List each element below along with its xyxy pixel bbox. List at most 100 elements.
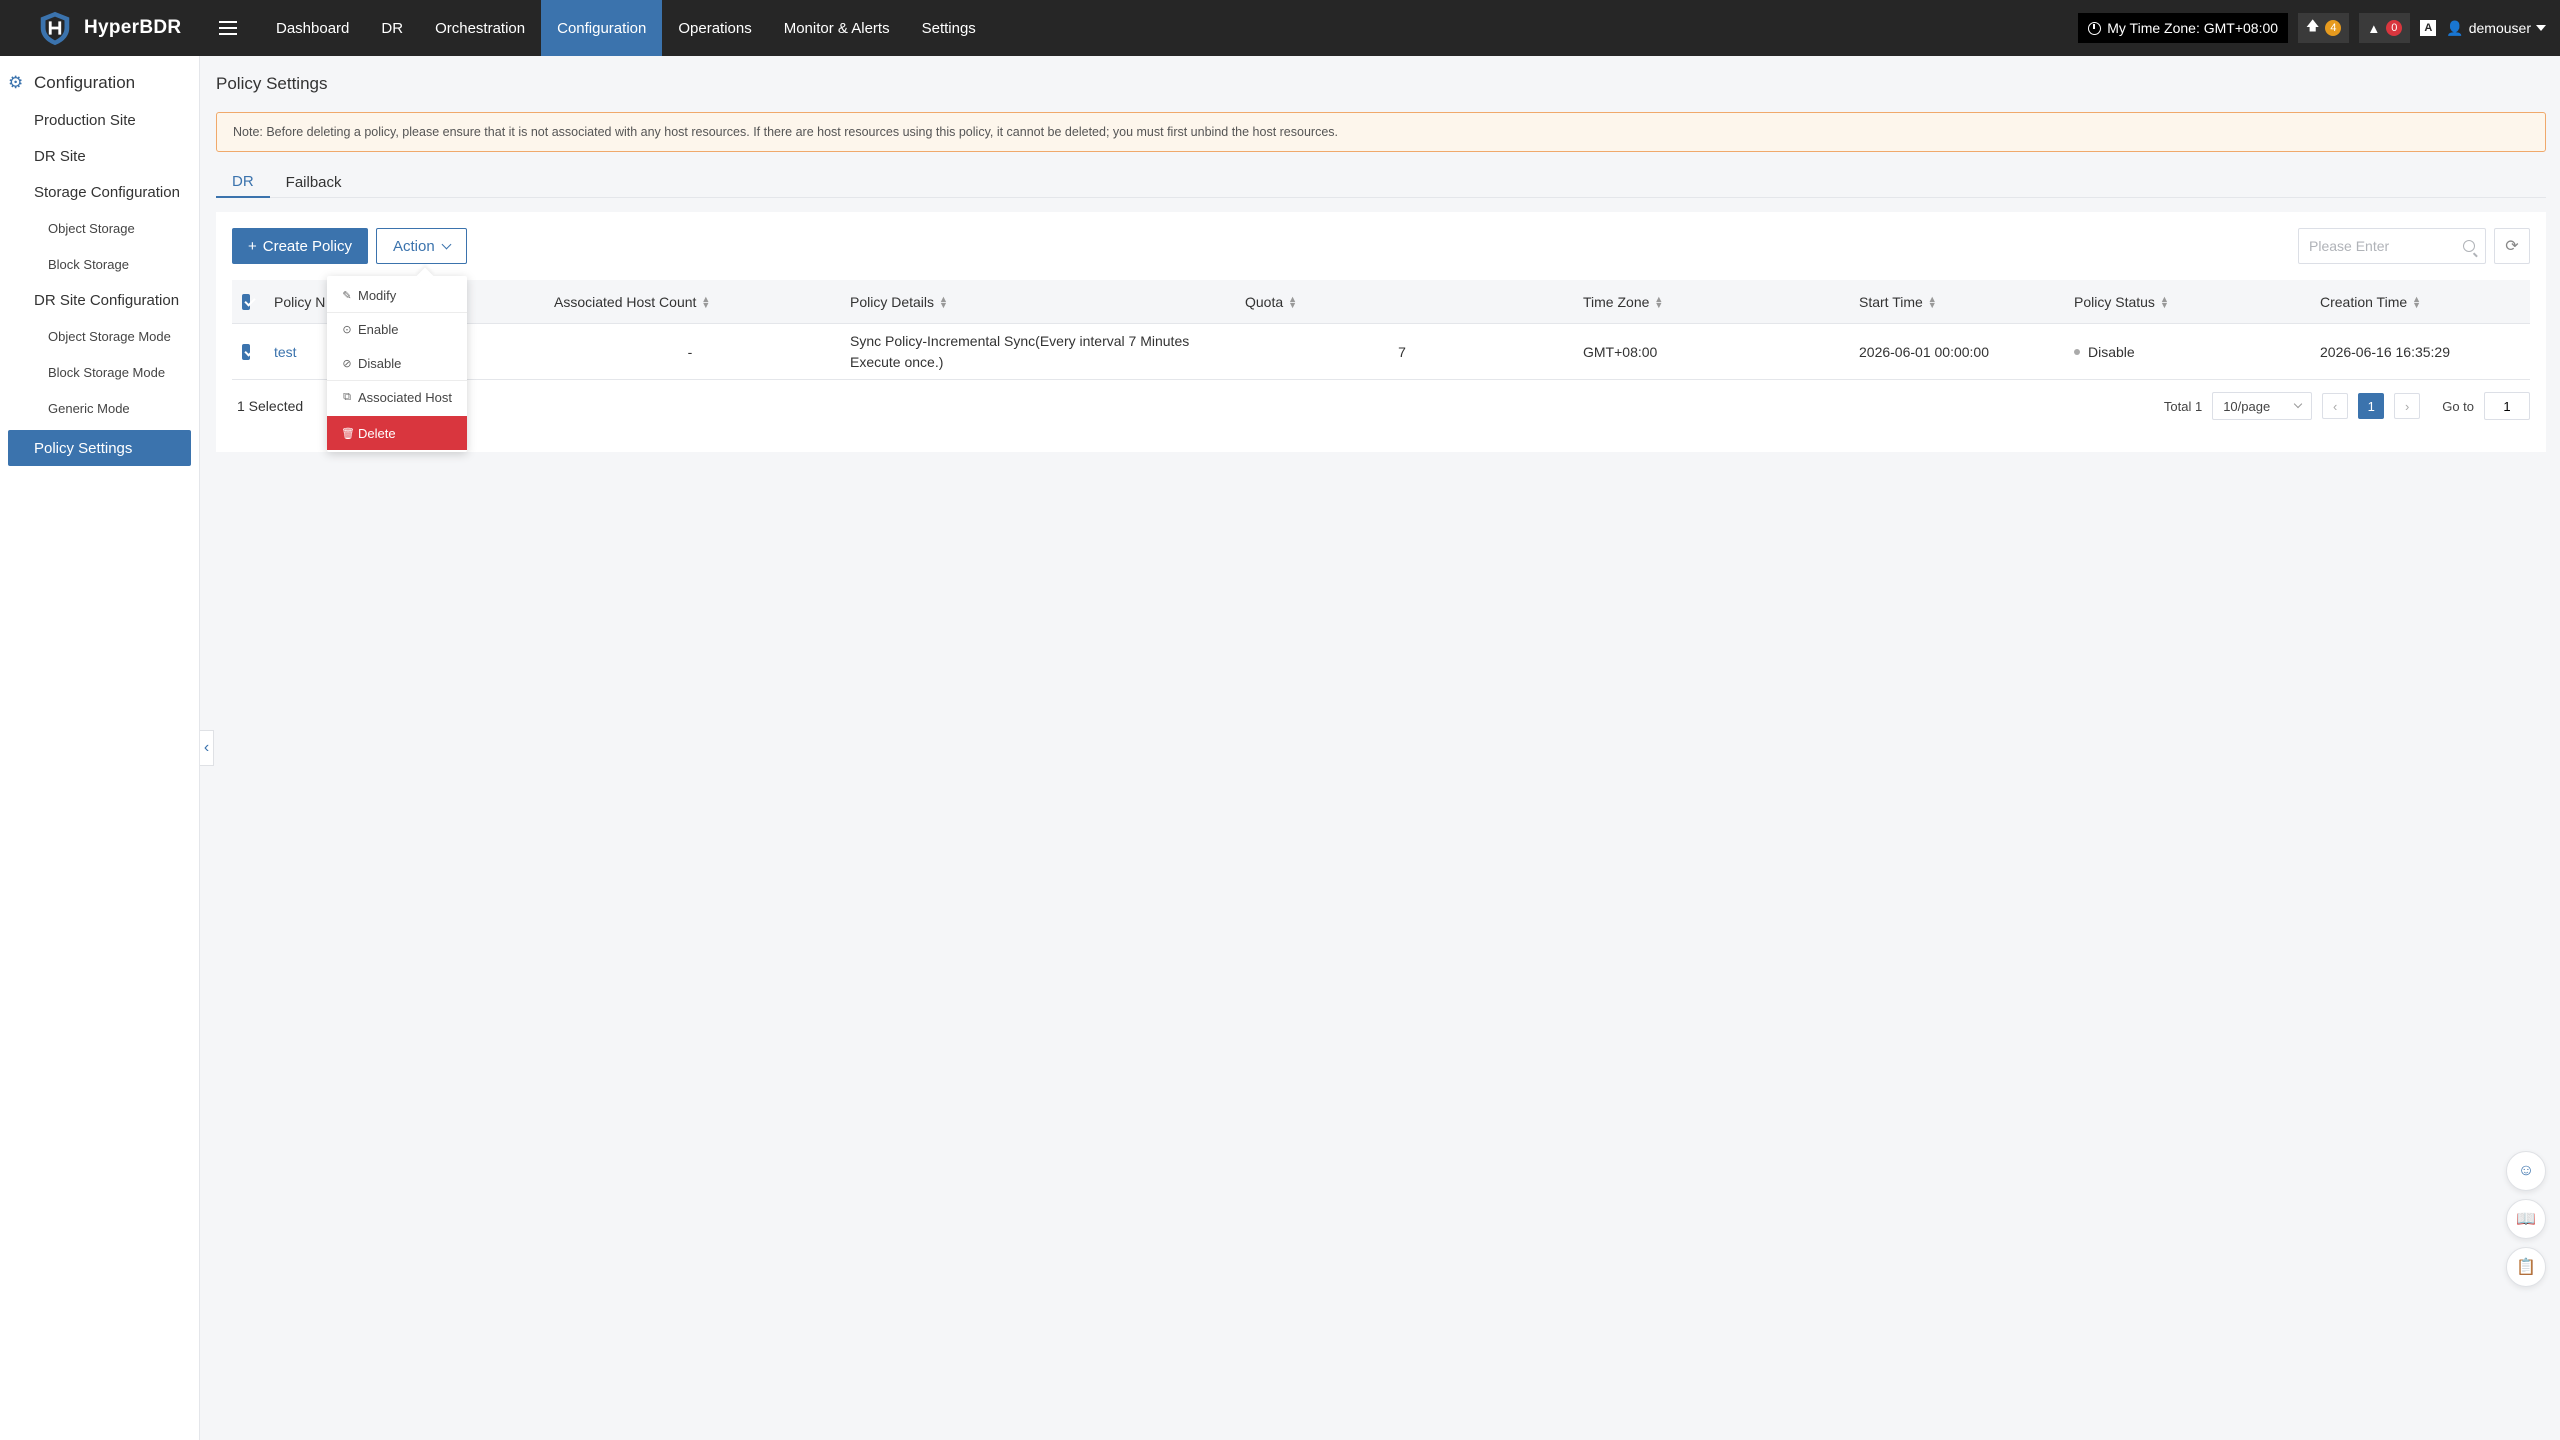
- hamburger-icon: [219, 27, 237, 29]
- chevron-down-icon: [441, 239, 452, 249]
- menu-item-modify[interactable]: ✎ Modify: [327, 278, 467, 312]
- select-all-checkbox[interactable]: [242, 293, 250, 310]
- header-start-time[interactable]: Start Time ▲ ▼: [1847, 280, 2062, 323]
- menu-toggle-button[interactable]: [200, 0, 256, 56]
- book-icon: 📖: [2516, 1211, 2536, 1228]
- selected-count: 1 Selected: [237, 398, 304, 414]
- create-policy-label: Create Policy: [262, 237, 352, 255]
- alert-notifications[interactable]: ▲ 0: [2359, 13, 2411, 43]
- cell-policy-details: Sync Policy-Incremental Sync(Every inter…: [838, 324, 1233, 379]
- nav-orchestration[interactable]: Orchestration: [419, 0, 541, 56]
- page-title: Policy Settings: [216, 74, 328, 93]
- user-icon: 👤: [2446, 19, 2464, 36]
- nav-dr[interactable]: DR: [365, 0, 419, 56]
- row-select-cell: [232, 324, 262, 379]
- sidebar-item-object-storage[interactable]: Object Storage: [0, 210, 199, 246]
- nav-monitor-alerts[interactable]: Monitor & Alerts: [768, 0, 906, 56]
- header-policy-details[interactable]: Policy Details ▲ ▼: [838, 280, 1233, 323]
- sidebar-title-label: Configuration: [34, 73, 136, 92]
- table-footer: 1 Selected Total 1 10/page ‹ 1 › Go to: [232, 388, 2530, 424]
- app-logo[interactable]: HyperBDR: [0, 0, 200, 56]
- nav-operations[interactable]: Operations: [662, 0, 767, 56]
- upgrade-count-badge: 4: [2325, 20, 2342, 36]
- ban-icon: ⊘: [342, 357, 352, 370]
- gear-icon: ⚙: [8, 73, 24, 92]
- menu-item-disable[interactable]: ⊘ Disable: [327, 346, 467, 380]
- row-checkbox[interactable]: [242, 343, 250, 360]
- floating-robot-button[interactable]: ☺: [2506, 1151, 2546, 1191]
- policy-name-link[interactable]: test: [274, 344, 297, 360]
- username: demouser: [2468, 20, 2531, 36]
- header-time-zone[interactable]: Time Zone ▲ ▼: [1571, 280, 1847, 323]
- action-button[interactable]: Action: [375, 228, 467, 264]
- header-quota-label: Quota: [1245, 293, 1284, 310]
- header-associated-host-count[interactable]: Associated Host Count ▲ ▼: [542, 280, 838, 323]
- create-policy-button[interactable]: + Create Policy: [232, 228, 368, 264]
- sidebar-item-block-storage-mode[interactable]: Block Storage Mode: [0, 354, 199, 390]
- sidebar-item-object-storage-mode[interactable]: Object Storage Mode: [0, 318, 199, 354]
- next-page-button[interactable]: ›: [2394, 393, 2421, 419]
- sort-icon: ▲ ▼: [2159, 293, 2169, 310]
- sidebar-item-dr-site[interactable]: DR Site: [0, 138, 199, 174]
- prev-page-button[interactable]: ‹: [2322, 393, 2349, 419]
- upgrade-notifications[interactable]: 🡅 4: [2298, 13, 2350, 43]
- sidebar-title: ⚙ Configuration: [0, 64, 199, 102]
- timezone-label: My Time Zone: GMT+08:00: [2107, 20, 2279, 36]
- sidebar-item-generic-mode[interactable]: Generic Mode: [0, 390, 199, 426]
- sidebar: ⚙ Configuration Production Site DR Site …: [0, 56, 200, 1440]
- goto-page-input[interactable]: [2484, 392, 2530, 420]
- nav-configuration[interactable]: Configuration: [541, 0, 663, 56]
- nav-settings[interactable]: Settings: [906, 0, 992, 56]
- search-icon[interactable]: [2463, 240, 2475, 252]
- header-creation-time[interactable]: Creation Time ▲ ▼: [2308, 280, 2530, 323]
- header-time-zone-label: Time Zone: [1583, 293, 1650, 310]
- sidebar-item-policy-settings[interactable]: Policy Settings: [8, 430, 191, 466]
- search-input[interactable]: [2309, 238, 2459, 254]
- header-associated-host-count-label: Associated Host Count: [554, 293, 697, 310]
- warning-note: Note: Before deleting a policy, please e…: [216, 112, 2546, 152]
- sidebar-item-production-site[interactable]: Production Site: [0, 102, 199, 138]
- menu-item-enable[interactable]: ⊙ Enable: [327, 312, 467, 346]
- goto-label: Go to: [2442, 398, 2474, 414]
- cell-quota: 7: [1398, 343, 1406, 360]
- cell-associated-host-count: -: [687, 343, 693, 360]
- header-policy-details-label: Policy Details: [850, 293, 935, 310]
- sidebar-item-storage-configuration[interactable]: Storage Configuration: [0, 174, 199, 210]
- page-size-value: 10/page: [2223, 398, 2271, 414]
- policy-details-line-2: Execute once.): [850, 353, 944, 370]
- action-dropdown-menu: ✎ Modify ⊙ Enable ⊘ Disable ⧉ Associated Hos…: [327, 276, 467, 452]
- floating-docs-button[interactable]: 📖: [2506, 1199, 2546, 1239]
- tab-dr[interactable]: DR: [216, 166, 270, 198]
- clock-icon: [2088, 21, 2102, 35]
- shield-logo-icon: [40, 11, 70, 46]
- page-size-select[interactable]: 10/page: [2212, 392, 2313, 420]
- menu-item-delete[interactable]: 🗑 Delete: [327, 416, 467, 450]
- timezone-display[interactable]: My Time Zone: GMT+08:00: [2078, 13, 2289, 43]
- cell-start-time: 2026-06-01 00:00:00: [1859, 343, 1989, 360]
- language-icon[interactable]: A: [2420, 20, 2437, 36]
- table-header: Policy N Associated Host Count ▲ ▼ Policy …: [232, 280, 2530, 324]
- sidebar-item-block-storage[interactable]: Block Storage: [0, 246, 199, 282]
- action-label: Action: [392, 237, 435, 255]
- sort-icon: ▲ ▼: [1288, 293, 1298, 310]
- arrow-up-icon: 🡅: [2306, 18, 2320, 33]
- plus-icon: +: [248, 237, 257, 255]
- user-menu[interactable]: 👤 demouser: [2446, 20, 2546, 37]
- chevron-down-icon: [2293, 399, 2303, 409]
- floating-clipboard-button[interactable]: 📋: [2506, 1247, 2546, 1287]
- sidebar-collapse-button[interactable]: ‹: [200, 730, 214, 766]
- policy-table: Policy N Associated Host Count ▲ ▼ Policy …: [232, 280, 2530, 380]
- header-policy-status[interactable]: Policy Status ▲ ▼: [2062, 280, 2308, 323]
- main-content: Policy Settings Note: Before deleting a …: [216, 56, 2546, 452]
- edit-icon: ✎: [342, 289, 352, 302]
- nav-dashboard[interactable]: Dashboard: [260, 0, 365, 56]
- page-1-button[interactable]: 1: [2358, 393, 2385, 419]
- refresh-button[interactable]: ⟳: [2494, 228, 2530, 264]
- status-badge: Disable: [2088, 343, 2135, 360]
- sidebar-item-dr-site-configuration[interactable]: DR Site Configuration: [0, 282, 199, 318]
- tab-failback[interactable]: Failback: [270, 166, 358, 198]
- top-right-tools: My Time Zone: GMT+08:00 🡅 4 ▲ 0 A 👤 demo…: [2078, 0, 2560, 56]
- menu-item-associated-host[interactable]: ⧉ Associated Host: [327, 380, 467, 414]
- header-quota[interactable]: Quota ▲ ▼: [1233, 280, 1571, 323]
- menu-item-modify-label: Modify: [358, 287, 397, 303]
